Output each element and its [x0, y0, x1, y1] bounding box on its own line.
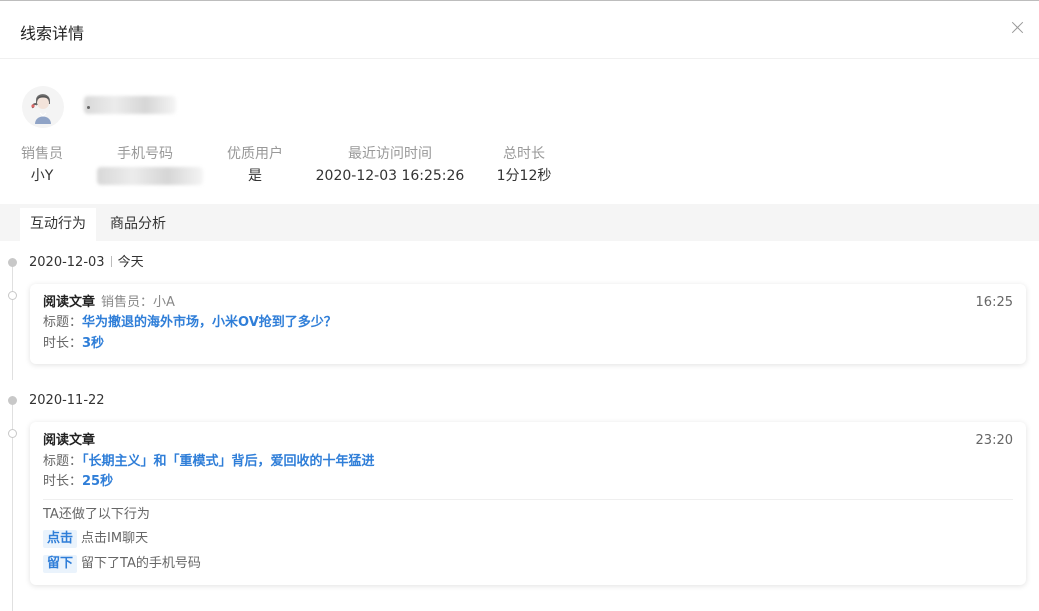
- action-text: 留下了TA的手机号码: [81, 556, 201, 571]
- card-header: 阅读文章: [43, 432, 95, 450]
- action-tag: 点击: [43, 530, 78, 548]
- date-text: 2020-12-03: [29, 255, 105, 270]
- timeline-date: 2020-11-22: [29, 392, 105, 410]
- extra-heading: TA还做了以下行为: [43, 507, 150, 522]
- info-value: 2020-12-03 16:25:26: [315, 168, 465, 184]
- info-salesperson: 销售员 小Y: [18, 144, 66, 186]
- info-label: 最近访问时间: [348, 146, 432, 162]
- customer-name-redacted: [84, 96, 176, 114]
- dialog-header: 线索详情: [0, 1, 1039, 59]
- info-value: 小Y: [30, 168, 54, 184]
- article-title-link[interactable]: 华为撤退的海外市场，小米OV抢到了多少？: [82, 315, 337, 330]
- card-divider: [43, 499, 1013, 500]
- timeline-date-dot: [8, 258, 17, 267]
- dialog-title: 线索详情: [20, 24, 85, 43]
- duration-row: 时长：25秒: [43, 473, 113, 491]
- user-avatar-icon: [22, 86, 64, 128]
- close-icon[interactable]: [1009, 19, 1027, 37]
- duration-label: 时长：: [43, 336, 83, 351]
- info-quality-user: 优质用户 是: [224, 144, 286, 186]
- activity-type: 阅读文章: [43, 433, 96, 448]
- activity-card: 阅读文章 销售员：小A 16:25 标题：华为撤退的海外市场，小米OV抢到了多少？…: [30, 284, 1026, 364]
- info-label: 总时长: [503, 146, 545, 162]
- info-label: 销售员: [21, 146, 63, 162]
- date-tag: 今天: [117, 255, 144, 270]
- info-value: 是: [248, 168, 262, 184]
- tab-bar: 互动行为 商品分析: [0, 204, 1039, 241]
- timeline-event-dot: [8, 429, 17, 438]
- info-value: 1分12秒: [496, 168, 552, 184]
- duration-label: 时长：: [43, 474, 83, 489]
- activity-card: 阅读文章 23:20 标题：「长期主义」和「重模式」背后，爱回收的十年猛进 时长…: [30, 422, 1026, 585]
- tab-product-analysis[interactable]: 商品分析: [100, 208, 176, 241]
- date-separator: [110, 256, 112, 267]
- tab-interaction[interactable]: 互动行为: [20, 208, 96, 241]
- activity-seller: 销售员：小A: [101, 295, 175, 310]
- timeline-event-dot: [8, 291, 17, 300]
- action-tag: 留下: [43, 555, 78, 573]
- phone-number-redacted: [97, 167, 203, 185]
- action-text: 点击IM聊天: [81, 531, 149, 546]
- timeline-line: [12, 262, 13, 380]
- info-label: 手机号码: [117, 146, 173, 162]
- date-text: 2020-11-22: [29, 393, 105, 408]
- article-title-row: 标题：华为撤退的海外市场，小米OV抢到了多少？: [43, 314, 337, 332]
- activity-time: 16:25: [975, 295, 1013, 310]
- activity-type: 阅读文章: [43, 295, 96, 310]
- timeline-date-dot: [8, 396, 17, 405]
- info-last-visit: 最近访问时间 2020-12-03 16:25:26: [310, 144, 470, 186]
- duration-value: 3秒: [82, 336, 105, 351]
- info-phone: 手机号码: [114, 144, 176, 164]
- activity-time: 23:20: [975, 433, 1013, 448]
- article-title-row: 标题：「长期主义」和「重模式」背后，爱回收的十年猛进: [43, 453, 375, 471]
- info-label: 优质用户: [227, 146, 283, 162]
- info-total-duration: 总时长 1分12秒: [490, 144, 558, 186]
- name-dot: [87, 106, 90, 109]
- title-label: 标题：: [43, 454, 83, 469]
- article-title-link[interactable]: 「长期主义」和「重模式」背后，爱回收的十年猛进: [82, 454, 375, 469]
- extra-action-row: 留下 留下了TA的手机号码: [43, 555, 201, 573]
- extra-action-row: 点击 点击IM聊天: [43, 530, 148, 548]
- duration-row: 时长：3秒: [43, 335, 104, 353]
- duration-value: 25秒: [82, 474, 114, 489]
- card-header: 阅读文章 销售员：小A: [43, 294, 175, 312]
- timeline-date: 2020-12-03 今天: [29, 254, 144, 272]
- title-label: 标题：: [43, 315, 83, 330]
